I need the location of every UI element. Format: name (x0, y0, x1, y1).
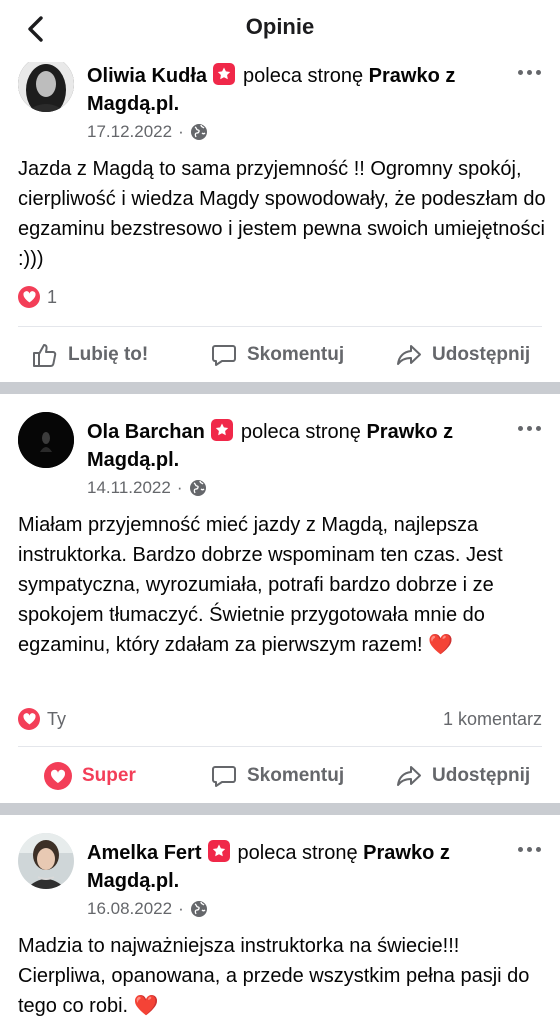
post-meta: 14.11.2022 · (87, 478, 207, 498)
globe-icon (190, 901, 207, 917)
comment-label: Skomentuj (247, 344, 345, 365)
author-name[interactable]: Amelka Fert (87, 842, 202, 864)
post-date[interactable]: 14.11.2022 (87, 478, 171, 498)
comment-button[interactable]: Skomentuj (211, 333, 344, 377)
reaction-count: Ty (47, 708, 67, 729)
comment-button[interactable]: Skomentuj (211, 754, 344, 798)
post-meta: 17.12.2022 · (87, 122, 208, 142)
like-label: Lubię to! (68, 344, 149, 365)
avatar[interactable] (18, 56, 74, 112)
globe-icon (190, 124, 207, 140)
reaction-count: 1 (47, 286, 58, 307)
post-date[interactable]: 17.12.2022 (87, 122, 172, 142)
author-name[interactable]: Ola Barchan (87, 421, 205, 443)
more-options-button[interactable] (514, 839, 544, 859)
globe-icon (189, 480, 206, 496)
more-options-button[interactable] (514, 418, 544, 438)
recommends-text: poleca stronę (237, 842, 358, 864)
author-name[interactable]: Oliwia Kudła (87, 65, 207, 87)
post-header-text: Amelka Fert poleca stronę Prawko z Magdą.… (87, 839, 507, 895)
divider-line (18, 326, 542, 327)
share-button[interactable]: Udostępnij (396, 754, 530, 798)
reviews-feed[interactable]: Oliwia Kudła poleca stronę Prawko z Magdą… (0, 0, 560, 1024)
top-nav-bar: Opinie (0, 0, 560, 62)
post-header-text: Ola Barchan poleca stronę Prawko z Magdą.… (87, 418, 507, 474)
heart-reaction-icon (18, 708, 40, 730)
review-text: Jazda z Magdą to sama przyjemność !! Ogr… (18, 158, 546, 270)
post-date[interactable]: 16.08.2022 (87, 899, 172, 919)
share-button[interactable]: Udostępnij (396, 333, 530, 377)
like-button[interactable]: Lubię to! (32, 333, 148, 377)
reactions-bar[interactable]: 1 (18, 286, 542, 308)
comment-label: Skomentuj (247, 765, 345, 786)
card-divider (0, 803, 560, 815)
heart-reaction-icon (18, 286, 40, 308)
more-options-button[interactable] (514, 62, 544, 82)
action-bar: Lubię to! Skomentuj Udostępnij (0, 333, 560, 377)
page-link[interactable]: Prawko z (363, 842, 450, 864)
divider-line (18, 746, 542, 747)
page-link[interactable]: Prawko z (366, 421, 453, 443)
comment-bubble-icon (212, 345, 236, 366)
recommends-text: poleca stronę (240, 421, 361, 443)
page-title: Opinie (245, 14, 315, 39)
avatar[interactable] (18, 833, 74, 889)
card-divider (0, 382, 560, 394)
recommend-star-icon (213, 63, 236, 85)
recommends-text: poleca stronę (243, 65, 364, 87)
recommend-star-icon (210, 419, 233, 441)
share-label: Udostępnij (432, 344, 531, 365)
recommend-star-icon (207, 840, 230, 862)
reactions-bar[interactable]: Ty 1 komentarz (18, 708, 542, 730)
comment-count[interactable]: 1 komentarz (443, 709, 542, 730)
post-header-text: Oliwia Kudła poleca stronę Prawko z Magdą… (87, 62, 507, 118)
meta-dot: · (178, 122, 184, 141)
meta-dot: · (178, 899, 184, 918)
review-text: Miałam przyjemność mieć jazdy z Magdą, n… (18, 514, 503, 656)
meta-dot: · (176, 478, 183, 497)
page-link-cont[interactable]: Magdą.pl. (87, 449, 179, 471)
review-text: Madzia to najważniejsza instruktorka na … (18, 935, 530, 1017)
share-label: Udostępnij (432, 765, 531, 786)
super-label: Super (82, 765, 136, 786)
super-reaction-button[interactable]: Super (44, 754, 136, 798)
page-link[interactable]: Prawko z (369, 65, 456, 87)
post-meta: 16.08.2022 · (87, 899, 208, 919)
action-bar: Super Skomentuj Udostępnij (0, 754, 560, 798)
like-thumb-icon (33, 344, 57, 367)
comment-bubble-icon (212, 766, 236, 787)
page-link-cont[interactable]: Magdą.pl. (87, 870, 179, 892)
avatar[interactable] (18, 412, 74, 468)
review-card: Ola Barchan poleca stronę Prawko z Magdą.… (0, 394, 560, 803)
page-link-cont[interactable]: Magdą.pl. (87, 93, 179, 115)
share-arrow-icon (397, 766, 421, 786)
review-card: Amelka Fert poleca stronę Prawko z Magdą.… (0, 815, 560, 1024)
heart-reaction-icon (44, 762, 72, 790)
share-arrow-icon (397, 345, 421, 365)
